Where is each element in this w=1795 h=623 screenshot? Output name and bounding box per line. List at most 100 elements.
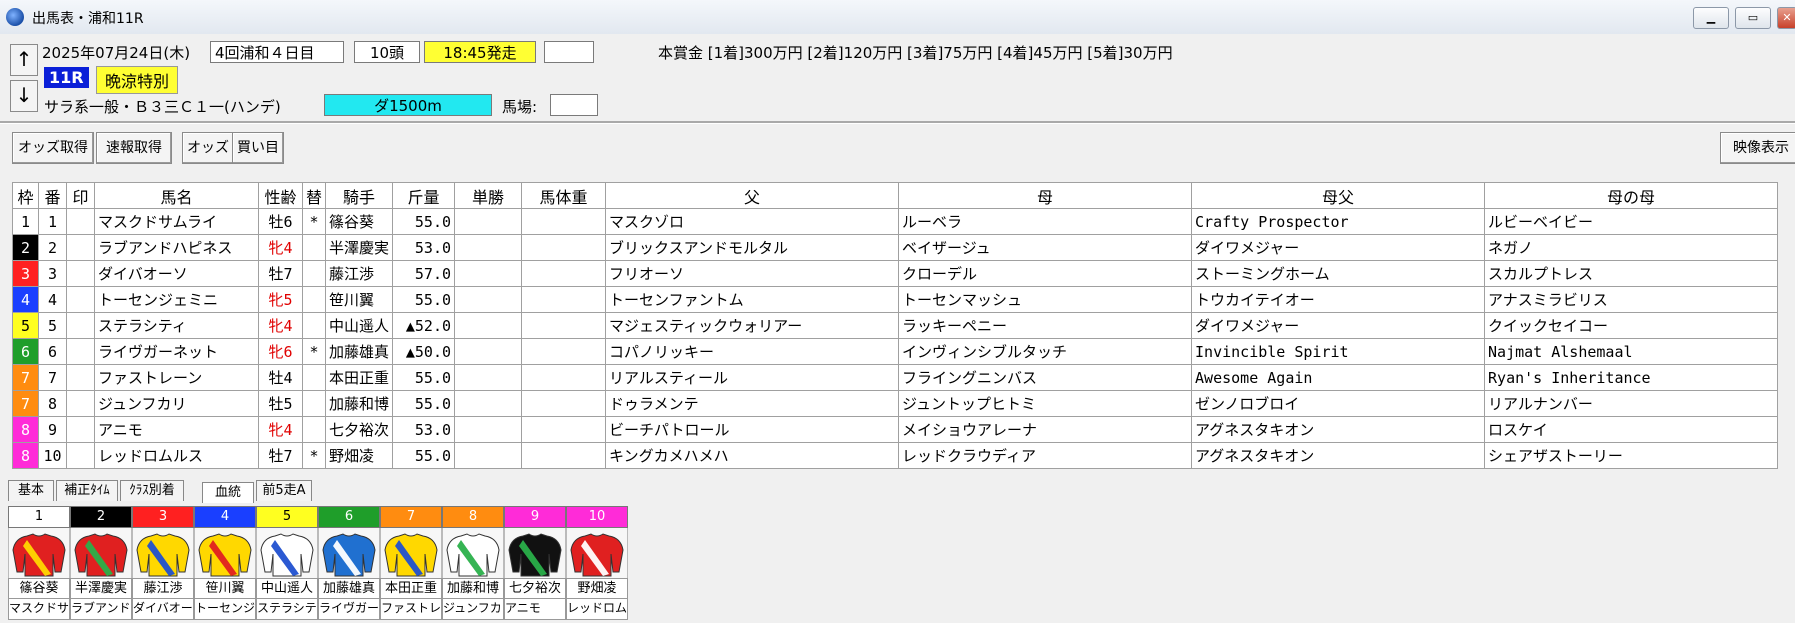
silk-jockey: 藤江渉: [132, 578, 194, 599]
silk-column[interactable]: 10 野畑凌 レッドロム: [566, 506, 628, 620]
jockey-silk-icon: [132, 528, 194, 578]
waku-cell: 3: [12, 260, 39, 287]
silk-column[interactable]: 3 藤江渉 ダイバオー: [132, 506, 194, 620]
body-weight: [521, 390, 607, 417]
col-horse[interactable]: 馬名: [94, 182, 259, 209]
silk-jockey: 篠谷葵: [8, 578, 70, 599]
sex-age: 牝4: [258, 416, 303, 443]
dam-name: ルーベラ: [898, 208, 1193, 235]
col-body-weight[interactable]: 馬体重: [521, 182, 607, 209]
win-odds: [454, 208, 523, 235]
silk-jockey: 笹川翼: [194, 578, 256, 599]
table-row[interactable]: 6 6 ライヴガーネット 牝6 * 加藤雄真 ▲50.0 コパノリッキー インヴィンシブルタッチ…: [12, 338, 1779, 365]
change-mark: [301, 364, 327, 391]
table-row[interactable]: 8 10 レッドロムルス 牡7 * 野畑凌 55.0 キングカメハメハ レッドクラウディア アグネ…: [12, 442, 1779, 469]
col-ban-cell: 3: [38, 260, 67, 287]
waku-cell: 2: [12, 234, 39, 261]
table-row[interactable]: 1 1 マスクドサムライ 牡6 * 篠谷葵 55.0 マスクゾロ ルーベラ Crafty Pros…: [12, 208, 1779, 235]
silk-horse: マスクドサ: [8, 599, 70, 620]
close-button[interactable]: ✕: [1777, 7, 1795, 29]
tab-adjusted-time[interactable]: 補正ﾀｲﾑ: [56, 480, 118, 501]
tab-last5[interactable]: 前5走A: [256, 480, 312, 501]
table-row[interactable]: 7 7 ファストレーン 牡4 本田正重 55.0 リアルスティール フライングニンバス Awes…: [12, 364, 1779, 391]
col-sire[interactable]: 父: [605, 182, 900, 209]
prev-race-button[interactable]: ↑: [10, 44, 38, 76]
silk-column[interactable]: 2 半澤慶実 ラブアンド: [70, 506, 132, 620]
col-win-odds[interactable]: 単勝: [454, 182, 523, 209]
col-waku[interactable]: 枠: [12, 182, 39, 209]
horse-name: ラブアンドハピネス: [94, 234, 259, 261]
next-race-button[interactable]: ↓: [10, 80, 38, 112]
sex-age: 牡5: [258, 390, 303, 417]
silk-horse: ダイバオー: [132, 599, 194, 620]
silk-horse: アニモ: [504, 599, 566, 620]
change-mark: *: [301, 208, 327, 235]
col-dam[interactable]: 母: [898, 182, 1193, 209]
body-weight: [521, 312, 607, 339]
odds-get-button[interactable]: オッズ取得: [12, 132, 94, 164]
silk-horse: ファストレ: [380, 599, 442, 620]
col-ban[interactable]: 番: [38, 182, 67, 209]
silk-column[interactable]: 1 篠谷葵 マスクドサ: [8, 506, 70, 620]
silk-number: 7: [380, 506, 442, 528]
horse-name: ファストレーン: [94, 364, 259, 391]
jockey-name: 中山遥人: [325, 312, 394, 339]
race-date: 2025年07月24日(木): [42, 44, 191, 62]
silk-column[interactable]: 5 中山遥人 ステラシテ: [256, 506, 318, 620]
odds-button[interactable]: オッズ: [182, 132, 234, 164]
silk-column[interactable]: 7 本田正重 ファストレ: [380, 506, 442, 620]
col-ban-cell: 7: [38, 364, 67, 391]
silk-jockey: 本田正重: [380, 578, 442, 599]
win-odds: [454, 416, 523, 443]
damdam-name: ロスケイ: [1484, 416, 1779, 443]
divider: [0, 121, 1795, 124]
mark-cell: [66, 338, 95, 365]
damsire-name: アグネスタキオン: [1191, 442, 1486, 469]
col-damsire[interactable]: 母父: [1191, 182, 1486, 209]
table-row[interactable]: 2 2 ラブアンドハピネス 牝4 半澤慶実 53.0 ブリックスアンドモルタル ベイザージュダ…: [12, 234, 1779, 261]
dam-name: トーセンマッシュ: [898, 286, 1193, 313]
dam-name: クローデル: [898, 260, 1193, 287]
tab-pedigree[interactable]: 血統: [202, 482, 254, 503]
col-ban-cell: 4: [38, 286, 67, 313]
table-row[interactable]: 4 4 トーセンジェミニ 牝5 笹川翼 55.0 トーセンファントム トーセンマッシュ トウカイ…: [12, 286, 1779, 313]
col-mark[interactable]: 印: [66, 182, 95, 209]
quinella-get-button[interactable]: 速報取得: [96, 132, 172, 164]
change-mark: [301, 416, 327, 443]
change-mark: [301, 286, 327, 313]
minimize-button[interactable]: ▁: [1693, 7, 1729, 29]
extra-field[interactable]: [544, 41, 594, 63]
col-change[interactable]: 替: [301, 182, 327, 209]
sire-name: トーセンファントム: [605, 286, 900, 313]
table-row[interactable]: 3 3 ダイバオーソ 牡7 藤江渉 57.0 フリオーソ クローデル ストーミングホーム スカルプ…: [12, 260, 1779, 287]
silk-horse: ステラシテ: [256, 599, 318, 620]
col-weight[interactable]: 斤量: [392, 182, 456, 209]
damsire-name: アグネスタキオン: [1191, 416, 1486, 443]
sire-name: コパノリッキー: [605, 338, 900, 365]
horse-name: トーセンジェミニ: [94, 286, 259, 313]
horse-name: アニモ: [94, 416, 259, 443]
table-row[interactable]: 5 5 ステラシティ 牝4 中山遥人 ▲52.0 マジェスティックウォリアー ラッキーペニーダ…: [12, 312, 1779, 339]
bets-button[interactable]: 買い目: [232, 132, 284, 164]
silk-column[interactable]: 6 加藤雄真 ライヴガー: [318, 506, 380, 620]
tab-class-results[interactable]: ｸﾗｽ別着: [120, 480, 184, 501]
tab-basic[interactable]: 基本: [8, 480, 54, 501]
silk-column[interactable]: 9 七夕裕次 アニモ: [504, 506, 566, 620]
horse-name: ライヴガーネット: [94, 338, 259, 365]
maximize-button[interactable]: ▭: [1735, 7, 1771, 29]
col-sexage[interactable]: 性齢: [258, 182, 303, 209]
app-icon: [6, 8, 24, 26]
entry-table: 枠 番 印 馬名 性齢 替 騎手 斤量 単勝 馬体重 父 母 母父 母の母 11…: [12, 182, 1779, 469]
jockey-silk-icon: [256, 528, 318, 578]
mark-cell: [66, 286, 95, 313]
silk-column[interactable]: 4 笹川翼 トーセンジ: [194, 506, 256, 620]
table-row[interactable]: 8 9 アニモ 牝4 七夕裕次 53.0 ビーチパトロール メイショウアレーナ アグネスタキオン…: [12, 416, 1779, 443]
col-damdam[interactable]: 母の母: [1484, 182, 1779, 209]
video-button[interactable]: 映像表示: [1720, 132, 1795, 164]
runners-field: 10頭: [354, 41, 420, 63]
col-jockey[interactable]: 騎手: [325, 182, 394, 209]
table-row[interactable]: 7 8 ジュンフカリ 牡5 加藤和博 55.0 ドゥラメンテ ジュントップヒトミ ゼンノロブロイ…: [12, 390, 1779, 417]
silk-column[interactable]: 8 加藤和博 ジュンフカ: [442, 506, 504, 620]
jockey-name: 本田正重: [325, 364, 394, 391]
weight-value: 55.0: [392, 208, 456, 235]
